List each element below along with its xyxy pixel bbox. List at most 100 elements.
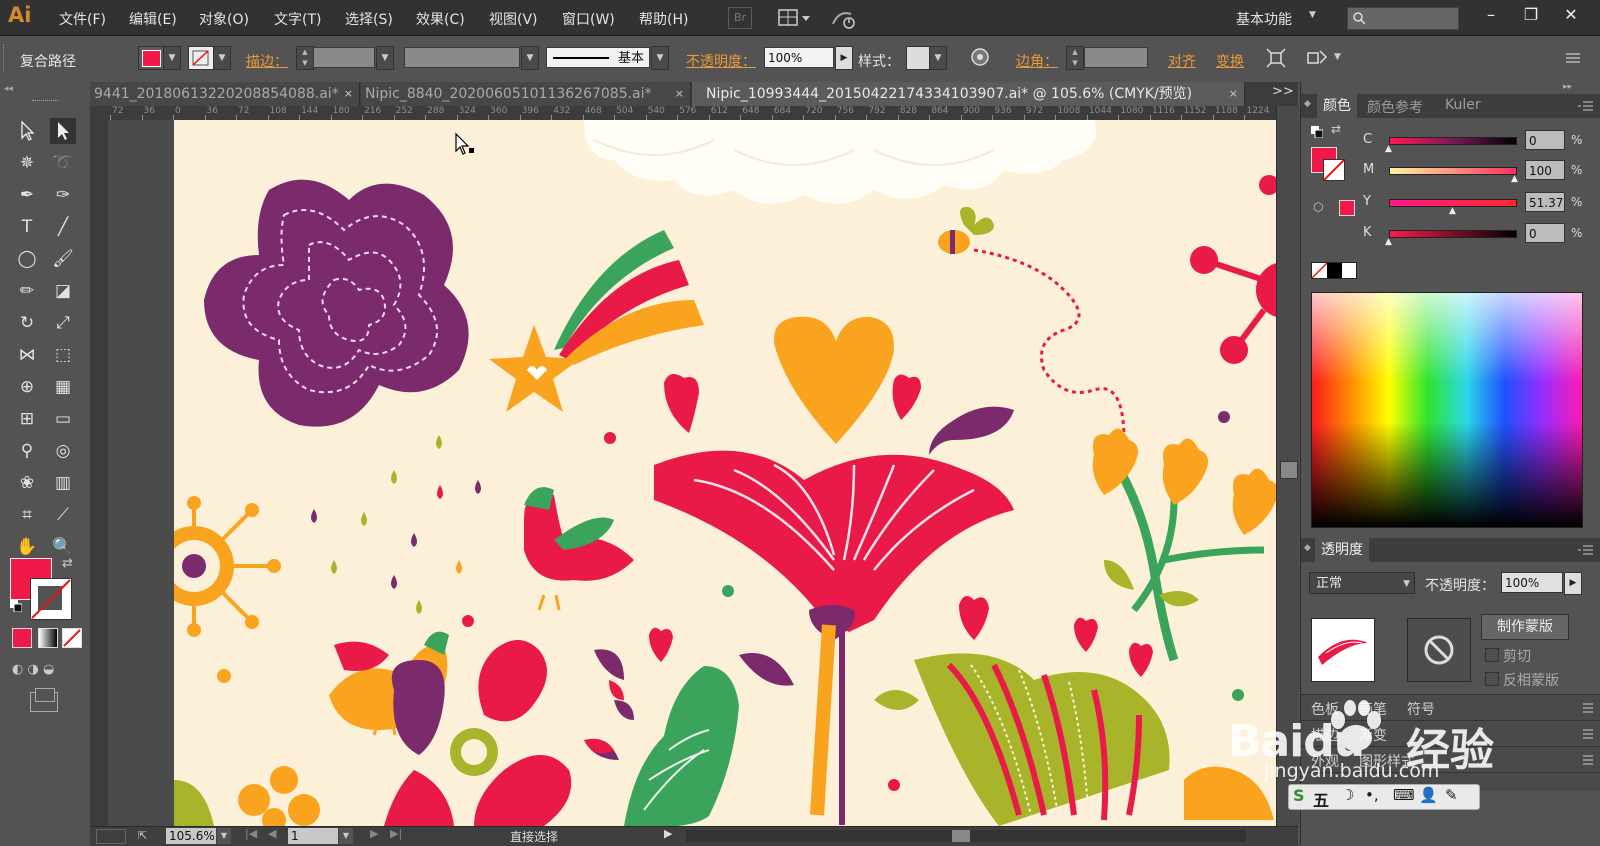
ime-moon-icon[interactable]: ☽ [1341, 786, 1354, 804]
green-leaf-shape[interactable] [624, 666, 739, 826]
stroke-weight-chevron-icon[interactable]: ▼ [376, 46, 394, 70]
default-fill-stroke-icon[interactable] [1311, 126, 1324, 139]
invert-mask-checkbox[interactable] [1485, 672, 1499, 686]
artboard-field[interactable]: 1 [288, 828, 338, 844]
fill-swatch[interactable] [138, 46, 164, 70]
transform-link[interactable]: 变换 [1216, 51, 1244, 71]
opacity-arrow-icon[interactable]: ▶ [835, 46, 853, 70]
brush-definition[interactable]: 基本 [546, 47, 650, 68]
sync-settings-icon[interactable] [830, 7, 858, 29]
pink-daisy-shape[interactable] [384, 640, 572, 826]
clip-checkbox[interactable] [1485, 648, 1499, 662]
align-link[interactable]: 对齐 [1168, 51, 1196, 71]
horizontal-ruler[interactable]: 72 36 0 36 72 108 144 180 216 252 288 324 360 396 432 4… [110, 106, 1276, 121]
ime-toolbar[interactable]: S 五 ☽ •, ⌨ 👤 ✎ [1288, 784, 1480, 810]
stroke-weight-stepper[interactable]: ▲ ▼ [296, 46, 314, 70]
selection-tool-icon[interactable] [14, 118, 40, 144]
opacity-label[interactable]: 不透明度： [686, 51, 756, 71]
tab-color-guide[interactable]: 颜色参考 [1367, 97, 1423, 117]
mesh-tool-icon[interactable]: ⊞ [14, 406, 40, 432]
ime-punct-icon[interactable]: •, [1365, 786, 1379, 804]
first-artboard-icon[interactable]: |◀ [245, 827, 257, 840]
orange-heart-shape[interactable] [774, 316, 894, 444]
blend-mode-select[interactable]: 正常 ▼ [1309, 572, 1415, 594]
tab-document-3-active[interactable]: Nipic_10993444_20150422174334103907.ai* … [692, 82, 1245, 106]
status-options-icon[interactable] [96, 829, 126, 844]
direct-selection-tool-icon[interactable] [50, 118, 76, 144]
transparency-panel-menu-icon[interactable] [1577, 544, 1595, 556]
corner-stepper[interactable]: ▲ ▼ [1066, 46, 1084, 70]
eyedropper-tool-icon[interactable]: ⚲ [14, 438, 40, 464]
pen-tool-icon[interactable]: ✒ [14, 182, 40, 208]
ime-settings-icon[interactable]: ✎ [1445, 786, 1458, 804]
workspace-switcher[interactable]: 基本功能 [1236, 9, 1292, 29]
tab-close-icon[interactable]: × [344, 82, 353, 106]
transparency-opacity-arrow-icon[interactable]: ▶ [1564, 572, 1582, 595]
stroke-label[interactable]: 描边： [246, 51, 288, 71]
drawing-modes-icon[interactable]: ◐ ◑ ◒ [12, 662, 80, 678]
menu-effect[interactable]: 效果(C) [416, 9, 465, 29]
purple-flower-shape[interactable] [204, 179, 469, 427]
tab-close-icon[interactable]: × [675, 82, 684, 106]
appearance-panel-menu-icon[interactable] [1577, 754, 1595, 766]
zoom-chevron-icon[interactable]: ▼ [217, 828, 231, 844]
tulip-branch-shape[interactable] [1092, 428, 1276, 662]
close-window-button[interactable]: ✕ [1552, 2, 1590, 28]
open-in-bridge-icon[interactable]: ⇱ [138, 829, 152, 843]
style-chevron-icon[interactable]: ▼ [929, 46, 947, 70]
screen-mode-icon[interactable] [30, 688, 58, 712]
red-petal-shape[interactable] [584, 680, 624, 754]
orange-berries-shape[interactable] [217, 669, 320, 826]
corner-radius-field[interactable] [1084, 47, 1148, 68]
pink-heart-shape[interactable] [649, 627, 673, 662]
restore-button[interactable]: ❐ [1512, 2, 1550, 28]
swap-fill-stroke-icon[interactable]: ⇄ [62, 556, 73, 571]
column-graph-tool-icon[interactable]: ▥ [50, 470, 76, 496]
menu-edit[interactable]: 编辑(E) [129, 9, 177, 29]
black-slider[interactable] [1389, 230, 1517, 238]
pink-heart-shape[interactable] [959, 596, 989, 640]
variable-width-profile[interactable] [404, 47, 520, 68]
cyan-slider[interactable] [1389, 137, 1517, 145]
scale-tool-icon[interactable]: ⤢ [50, 310, 76, 336]
artboard[interactable] [174, 120, 1276, 826]
shape-builder-tool-icon[interactable]: ⊕ [14, 374, 40, 400]
color-mode-icon[interactable] [12, 628, 32, 648]
cyan-value-field[interactable]: 0 [1525, 130, 1565, 150]
color-spectrum[interactable] [1311, 292, 1583, 528]
purple-leaf-shape[interactable] [929, 406, 1014, 455]
yellow-value-field[interactable]: 51.37 [1525, 192, 1565, 212]
bird-shape[interactable] [524, 487, 634, 611]
minimize-button[interactable]: – [1472, 2, 1510, 28]
none-black-white-swatches[interactable] [1311, 262, 1357, 279]
pink-heart-shape[interactable] [892, 374, 921, 420]
ime-mode-label[interactable]: 五 [1313, 787, 1329, 811]
default-colors-icon[interactable] [10, 600, 23, 613]
panel-expand-icon[interactable]: ◆ [1304, 543, 1311, 553]
tab-document-1[interactable]: 9441_20180613220208854088.ai* × [90, 82, 360, 106]
recolor-artwork-icon[interactable] [970, 47, 990, 67]
green-leaf-shape[interactable] [174, 780, 214, 826]
pink-heart-shape[interactable] [664, 374, 699, 433]
last-artboard-icon[interactable]: ▶| [390, 827, 402, 840]
hand-tool-icon[interactable]: ✋ [14, 534, 40, 560]
panel-expand-icon[interactable]: ◆ [1304, 99, 1311, 109]
horizontal-scrollbar[interactable] [686, 830, 1246, 842]
menu-view[interactable]: 视图(V) [489, 9, 538, 29]
bridge-button[interactable]: Br [728, 7, 752, 29]
red-sun-shape[interactable] [1190, 175, 1276, 364]
opacity-field[interactable]: 100% [764, 47, 834, 68]
panel-collapse-icon[interactable]: ◂◂ [4, 84, 13, 94]
next-artboard-icon[interactable]: ▶ [370, 827, 378, 840]
ellipse-tool-icon[interactable]: ◯ [14, 246, 40, 272]
arrange-documents-icon[interactable] [778, 7, 814, 29]
paintbrush-tool-icon[interactable]: 🖌 [50, 246, 76, 272]
magic-wand-tool-icon[interactable]: ✵ [14, 150, 40, 176]
striped-fan-shape[interactable] [914, 653, 1170, 826]
symbol-sprayer-tool-icon[interactable]: ❀ [14, 470, 40, 496]
pink-heart-shape[interactable] [1074, 617, 1098, 652]
eraser-tool-icon[interactable]: ◪ [50, 278, 76, 304]
stroke-weight-field[interactable] [313, 47, 375, 68]
menu-file[interactable]: 文件(F) [59, 9, 106, 29]
fill-dropdown-chevron-icon[interactable]: ▼ [163, 46, 181, 70]
